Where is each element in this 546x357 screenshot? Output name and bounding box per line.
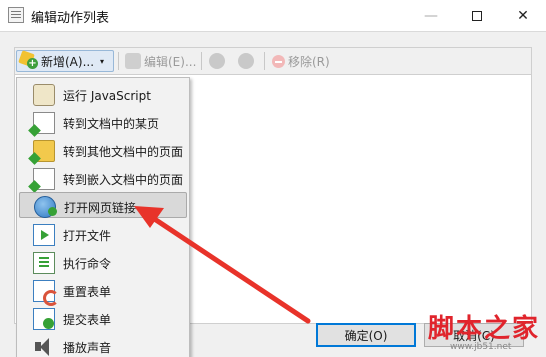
watermark-text: 脚本之家 <box>428 314 541 344</box>
menu-item-label: 转到文档中的某页 <box>63 117 160 131</box>
add-icon <box>20 52 38 70</box>
move-down-icon <box>238 53 254 69</box>
command-icon <box>33 252 55 274</box>
menu-item-execute-command[interactable]: 执行命令 <box>19 249 187 275</box>
minimize-icon: — <box>424 7 438 24</box>
window-title: 编辑动作列表 <box>31 11 110 26</box>
menu-item-label: 执行命令 <box>63 257 112 271</box>
watermark: 脚本之家 www.jb51.net <box>420 304 546 357</box>
reset-form-icon <box>33 280 59 306</box>
sound-icon <box>33 336 55 357</box>
add-action-dropdown: 运行 JavaScript 转到文档中的某页 转到其他文档中的页面 转到嵌入文档… <box>16 77 190 357</box>
action-toolbar: 新增(A)... ▾ 编辑(E)... 移除(R) <box>14 47 532 74</box>
menu-item-submit-form[interactable]: 提交表单 <box>19 305 187 331</box>
web-link-icon <box>34 196 57 218</box>
maximize-button[interactable] <box>454 0 500 31</box>
ok-label: 确定(O) <box>344 328 388 343</box>
title-bar: 编辑动作列表 — ✕ <box>0 0 546 31</box>
menu-item-goto-embedded-doc[interactable]: 转到嵌入文档中的页面 <box>19 165 187 191</box>
menu-item-run-javascript[interactable]: 运行 JavaScript <box>19 81 187 107</box>
submit-form-icon <box>33 308 55 330</box>
close-icon: ✕ <box>517 7 529 24</box>
ok-button[interactable]: 确定(O) <box>316 323 416 347</box>
remove-icon <box>272 54 285 68</box>
menu-item-label: 转到嵌入文档中的页面 <box>63 173 184 187</box>
menu-item-label: 转到其他文档中的页面 <box>63 145 184 159</box>
chevron-down-icon: ▾ <box>100 56 105 66</box>
move-up-button[interactable] <box>206 50 228 72</box>
menu-item-reset-form[interactable]: 重置表单 <box>19 277 187 306</box>
add-action-label: 新增(A)... <box>41 54 95 69</box>
edit-gear-icon <box>125 53 141 69</box>
edit-action-label: 编辑(E)... <box>144 54 197 69</box>
maximize-icon <box>472 10 482 21</box>
goto-embedded-doc-icon <box>33 168 55 190</box>
menu-item-label: 运行 JavaScript <box>63 89 151 103</box>
goto-other-doc-icon <box>33 140 55 162</box>
menu-item-label: 播放声音 <box>63 341 112 355</box>
watermark-url: www.jb51.net <box>450 342 512 352</box>
menu-item-label: 重置表单 <box>63 285 112 299</box>
menu-item-label: 提交表单 <box>63 313 112 327</box>
menu-item-label: 打开网页链接 <box>64 201 137 215</box>
menu-item-goto-other-doc[interactable]: 转到其他文档中的页面 <box>19 137 187 163</box>
toolbar-divider <box>118 52 119 70</box>
menu-item-open-web-link[interactable]: 打开网页链接 <box>19 192 187 218</box>
app-icon <box>8 7 24 23</box>
script-icon <box>33 84 55 106</box>
move-up-icon <box>209 53 225 69</box>
toolbar-divider <box>264 52 265 70</box>
edit-action-button[interactable]: 编辑(E)... <box>122 50 199 72</box>
goto-page-icon <box>33 112 55 134</box>
minimize-button[interactable]: — <box>408 0 454 31</box>
menu-item-open-file[interactable]: 打开文件 <box>19 221 187 247</box>
menu-item-label: 打开文件 <box>63 229 112 243</box>
toolbar-divider <box>201 52 202 70</box>
move-down-button[interactable] <box>235 50 257 72</box>
open-file-icon <box>33 224 55 246</box>
remove-action-button[interactable]: 移除(R) <box>269 50 333 72</box>
menu-item-goto-page[interactable]: 转到文档中的某页 <box>19 109 187 135</box>
menu-item-play-sound[interactable]: 播放声音 <box>19 333 187 357</box>
add-action-button[interactable]: 新增(A)... ▾ <box>16 50 114 72</box>
remove-action-label: 移除(R) <box>288 54 330 69</box>
close-button[interactable]: ✕ <box>500 0 546 31</box>
